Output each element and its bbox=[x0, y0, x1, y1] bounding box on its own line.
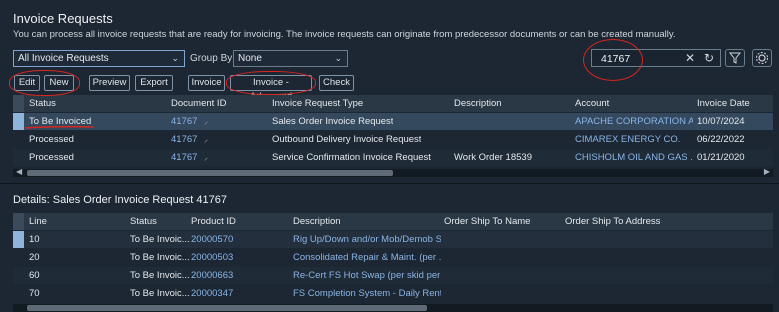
details-title: Details: Sales Order Invoice Request 417… bbox=[13, 194, 228, 206]
close-icon[interactable]: ✕ bbox=[685, 51, 695, 65]
description-link[interactable]: Rig Up/Down and/or Mob/Demob S... bbox=[293, 234, 441, 245]
col-status[interactable]: Status bbox=[29, 98, 56, 109]
col-ship-to-name[interactable]: Order Ship To Name bbox=[444, 216, 530, 227]
table-row[interactable]: 10 To Be Invoic... 20000570 Rig Up/Down … bbox=[13, 231, 773, 248]
col-ship-to-address[interactable]: Order Ship To Address bbox=[565, 216, 660, 227]
line-cell: 20 bbox=[29, 252, 40, 263]
account-link[interactable]: CHISHOLM OIL AND GAS ... bbox=[575, 152, 693, 163]
page-title: Invoice Requests bbox=[13, 11, 113, 26]
col-line[interactable]: Line bbox=[29, 216, 47, 227]
col-product-id[interactable]: Product ID bbox=[191, 216, 236, 227]
preview-button[interactable]: Preview bbox=[89, 75, 130, 91]
document-id-link[interactable]: 41767 bbox=[171, 152, 197, 163]
select-all-cell[interactable] bbox=[13, 213, 24, 230]
export-button[interactable]: Export bbox=[135, 75, 173, 91]
product-id-link[interactable]: 20000663 bbox=[191, 270, 233, 281]
type-cell: Outbound Delivery Invoice Request bbox=[272, 134, 422, 145]
scrollbar-thumb[interactable] bbox=[27, 170, 393, 176]
description-link[interactable]: Re-Cert FS Hot Swap (per skid per j... bbox=[293, 270, 441, 281]
page-subtitle: You can process all invoice requests tha… bbox=[13, 29, 676, 40]
expand-icon[interactable]: ⸝ bbox=[204, 116, 208, 127]
description-link[interactable]: FS Completion System - Daily Rental bbox=[293, 288, 441, 299]
scrollbar-thumb[interactable] bbox=[27, 305, 427, 311]
status-cell: Processed bbox=[29, 134, 74, 145]
table-row[interactable]: 60 To Be Invoic... 20000663 Re-Cert FS H… bbox=[13, 267, 773, 284]
col-document-id[interactable]: Document ID bbox=[171, 98, 226, 109]
details-table-header: Line Status Product ID Description Order… bbox=[13, 213, 773, 230]
table-row[interactable]: 20 To Be Invoic... 20000503 Consolidated… bbox=[13, 249, 773, 266]
details-horizontal-scrollbar[interactable] bbox=[13, 304, 773, 312]
description-link[interactable]: Consolidated Repair & Maint. (per ... bbox=[293, 252, 441, 263]
col-account[interactable]: Account bbox=[575, 98, 609, 109]
date-cell: 06/22/2022 bbox=[697, 134, 745, 145]
col-type[interactable]: Invoice Request Type bbox=[272, 98, 363, 109]
account-link[interactable]: CIMAREX ENERGY CO. bbox=[575, 134, 693, 145]
invoice-button[interactable]: Invoice bbox=[188, 75, 225, 91]
status-cell: To Be Invoic... bbox=[130, 234, 190, 245]
select-all-cell[interactable] bbox=[13, 95, 24, 112]
expand-icon[interactable]: ⸝ bbox=[204, 152, 208, 163]
view-select-value: All Invoice Requests bbox=[18, 53, 109, 64]
view-select[interactable]: All Invoice Requests ⌄ bbox=[13, 50, 185, 67]
check-button[interactable]: Check bbox=[319, 75, 354, 91]
product-id-link[interactable]: 20000503 bbox=[191, 252, 233, 263]
group-by-value: None bbox=[238, 53, 262, 64]
row-selector[interactable] bbox=[13, 231, 24, 248]
table-row[interactable]: To Be Invoiced 41767 ⸝ Sales Order Invoi… bbox=[13, 113, 773, 130]
col-invoice-date[interactable]: Invoice Date bbox=[697, 98, 750, 109]
annotation-circle-invoice-advanced bbox=[226, 71, 316, 95]
date-cell: 01/21/2020 bbox=[697, 152, 745, 163]
status-cell: To Be Invoic... bbox=[130, 288, 190, 299]
row-selector[interactable] bbox=[13, 113, 24, 130]
scroll-left-icon[interactable]: ◀ bbox=[16, 167, 22, 176]
chevron-down-icon: ⌄ bbox=[334, 53, 342, 63]
description-cell: Work Order 18539 bbox=[454, 152, 532, 163]
line-cell: 70 bbox=[29, 288, 40, 299]
table-row[interactable]: 70 To Be Invoic... 20000347 FS Completio… bbox=[13, 285, 773, 302]
type-cell: Sales Order Invoice Request bbox=[272, 116, 394, 127]
product-id-link[interactable]: 20000570 bbox=[191, 234, 233, 245]
col-description[interactable]: Description bbox=[293, 216, 341, 227]
annotation-circle-search bbox=[583, 39, 643, 81]
gear-icon bbox=[756, 52, 768, 64]
horizontal-scrollbar[interactable]: ◀ ▶ bbox=[13, 167, 773, 177]
line-cell: 60 bbox=[29, 270, 40, 281]
product-id-link[interactable]: 20000347 bbox=[191, 288, 233, 299]
col-status[interactable]: Status bbox=[130, 216, 157, 227]
date-cell: 10/07/2024 bbox=[697, 116, 745, 127]
section-divider bbox=[0, 183, 779, 184]
account-link[interactable]: APACHE CORPORATION A... bbox=[575, 116, 693, 127]
col-description[interactable]: Description bbox=[454, 98, 502, 109]
group-by-select[interactable]: None ⌄ bbox=[233, 50, 348, 67]
type-cell: Service Confirmation Invoice Request bbox=[272, 152, 431, 163]
status-cell: To Be Invoic... bbox=[130, 270, 190, 281]
annotation-underline bbox=[24, 125, 95, 129]
group-by-label: Group By bbox=[190, 53, 233, 64]
table-row[interactable]: Processed 41767 ⸝ Outbound Delivery Invo… bbox=[13, 131, 773, 148]
refresh-icon[interactable]: ↻ bbox=[704, 51, 714, 65]
document-id-link[interactable]: 41767 bbox=[171, 134, 197, 145]
annotation-circle-edit-new bbox=[9, 70, 80, 96]
filter-button[interactable] bbox=[725, 49, 745, 67]
expand-icon[interactable]: ⸝ bbox=[204, 134, 208, 145]
settings-button[interactable] bbox=[752, 49, 772, 67]
table-row[interactable]: Processed 41767 ⸝ Service Confirmation I… bbox=[13, 149, 773, 166]
chevron-down-icon: ⌄ bbox=[171, 53, 179, 63]
line-cell: 10 bbox=[29, 234, 40, 245]
scroll-right-icon[interactable]: ▶ bbox=[764, 167, 770, 176]
document-id-link[interactable]: 41767 bbox=[171, 116, 197, 127]
main-table-header: Status Document ID Invoice Request Type … bbox=[13, 95, 773, 112]
status-cell: Processed bbox=[29, 152, 74, 163]
filter-icon bbox=[728, 52, 742, 64]
status-cell: To Be Invoic... bbox=[130, 252, 190, 263]
